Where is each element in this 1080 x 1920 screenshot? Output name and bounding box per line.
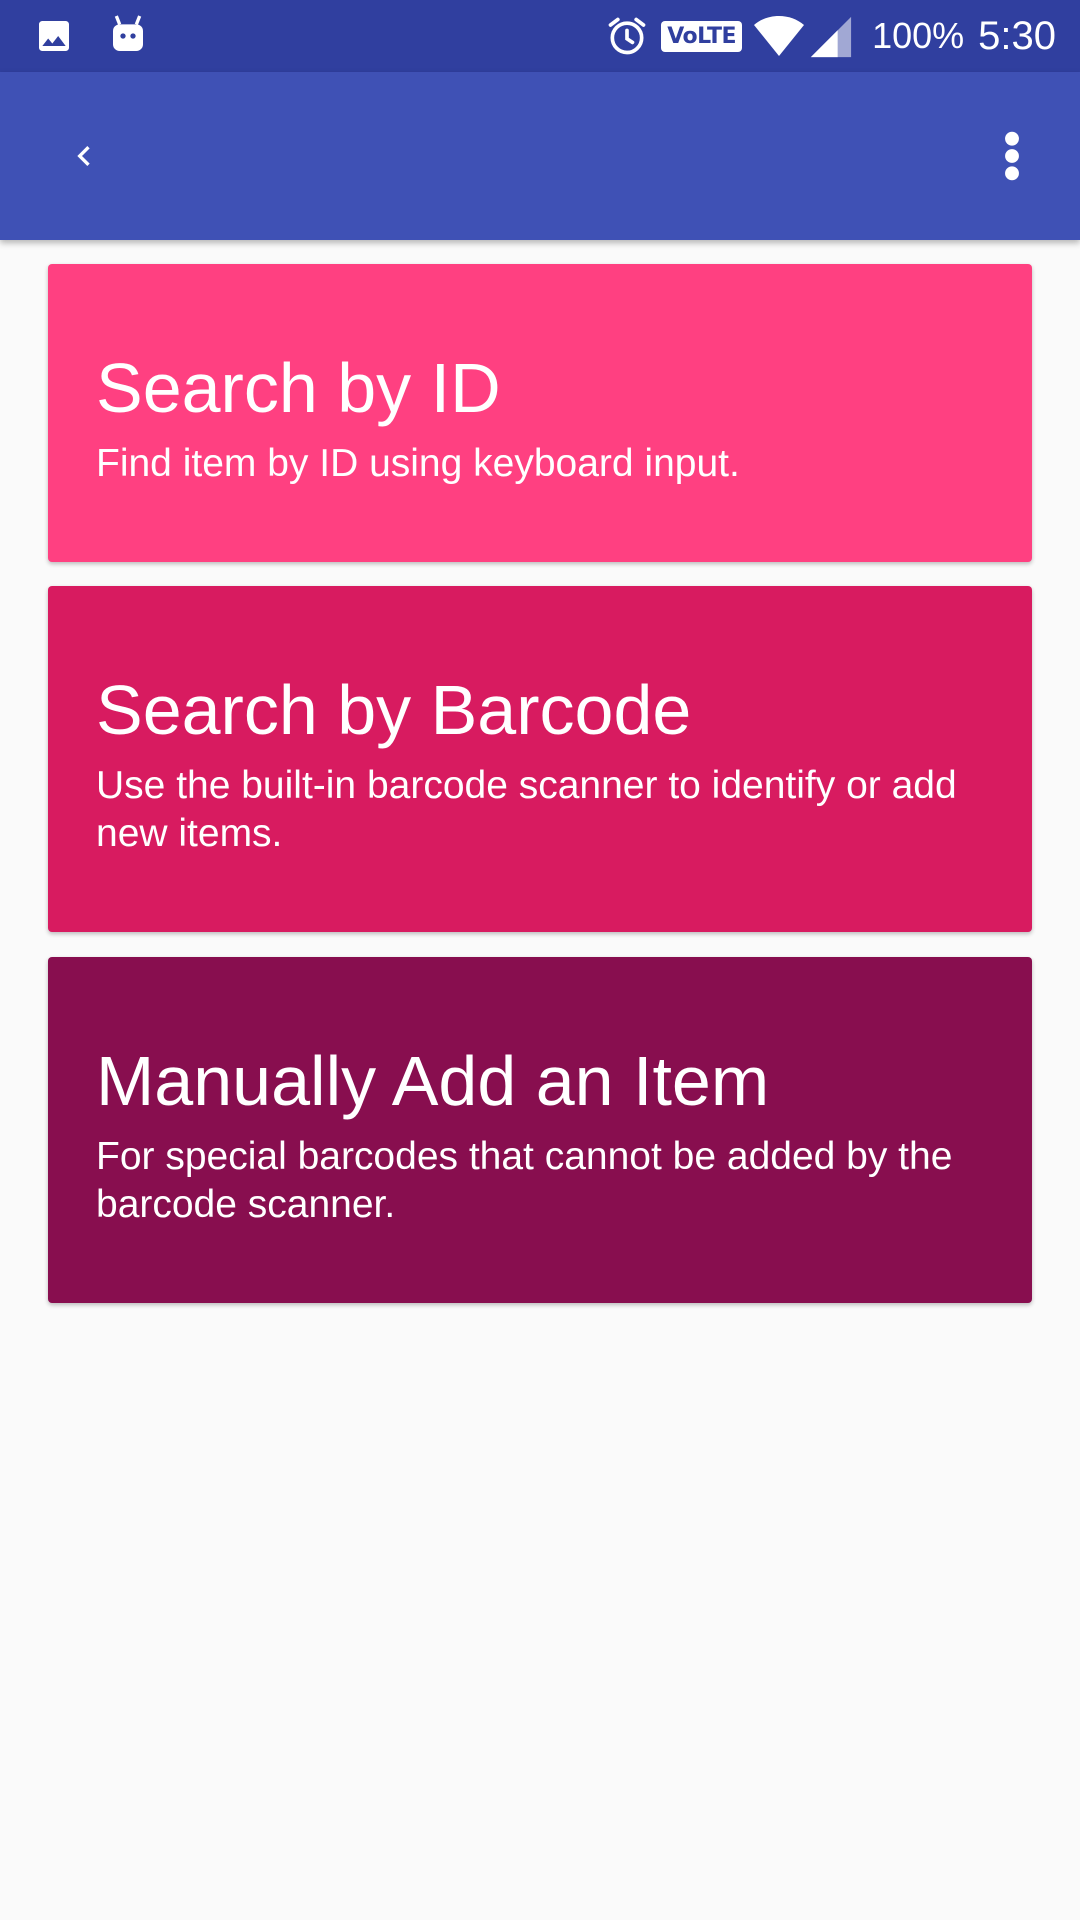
- chevron-left-icon: [64, 136, 104, 181]
- status-bar-system: VoLTE 100% 5:30: [605, 10, 1056, 62]
- battery-level: 100%: [872, 15, 965, 56]
- back-button[interactable]: [52, 126, 116, 190]
- overflow-menu-button[interactable]: [980, 122, 1044, 194]
- status-bar: VoLTE 100% 5:30: [0, 0, 1080, 72]
- android-icon: [108, 14, 148, 58]
- card-description: For special barcodes that cannot be adde…: [96, 1135, 953, 1226]
- volte-badge: VoLTE: [661, 20, 743, 52]
- card-description: Find item by ID using keyboard input.: [96, 442, 740, 485]
- signal-icon: [806, 13, 854, 59]
- app-bar: [0, 72, 1080, 240]
- screen: VoLTE 100% 5:30 Search by ID Find item b…: [0, 0, 1080, 1920]
- alarm-icon: [605, 14, 649, 58]
- more-vert-icon: [1002, 130, 1022, 187]
- card-description: Use the built-in barcode scanner to iden…: [96, 764, 957, 855]
- image-icon: [34, 16, 74, 56]
- clock: 5:30: [978, 13, 1056, 58]
- search-by-id-card[interactable]: Search by ID Find item by ID using keybo…: [48, 264, 1032, 562]
- manually-add-item-card[interactable]: Manually Add an Item For special barcode…: [48, 957, 1032, 1303]
- wifi-icon: [752, 14, 806, 58]
- status-bar-notifications: [34, 14, 148, 58]
- search-by-barcode-card[interactable]: Search by Barcode Use the built-in barco…: [48, 586, 1032, 932]
- card-title: Manually Add an Item: [96, 1042, 770, 1120]
- card-title: Search by ID: [96, 349, 501, 427]
- card-title: Search by Barcode: [96, 671, 692, 749]
